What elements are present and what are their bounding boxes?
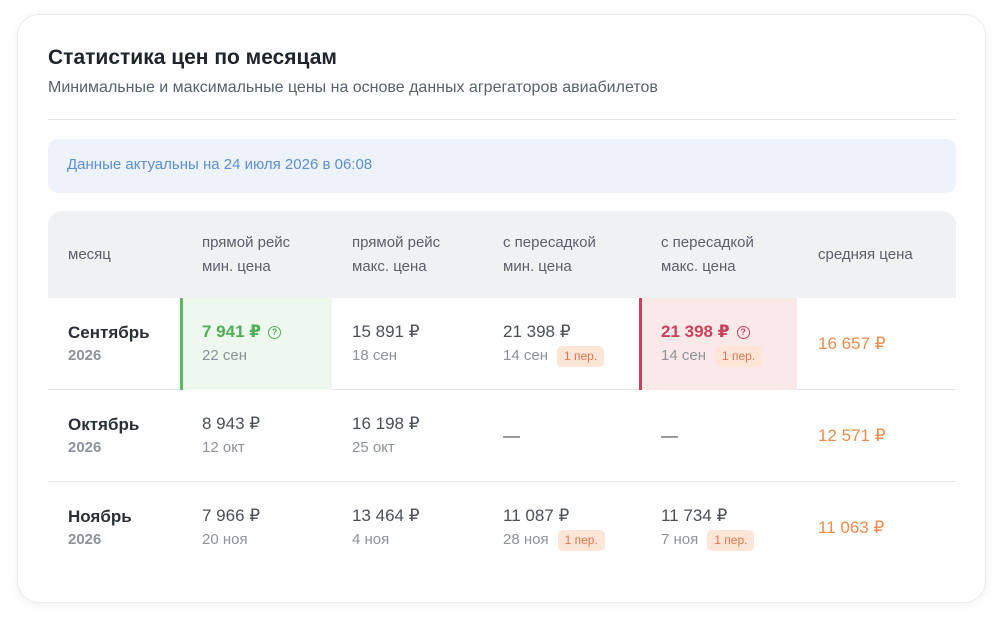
- price-date: 22 сен: [202, 347, 247, 364]
- avg-price: 11 063 ₽: [818, 518, 885, 537]
- divider: [48, 119, 956, 120]
- direct-min-cell: 7 941 ₽ ? 22 сен: [202, 298, 282, 390]
- price-value: 15 891 ₽: [352, 322, 420, 341]
- price-value: 8 943 ₽: [202, 414, 261, 433]
- card-title: Статистика цен по месяцам: [48, 46, 337, 69]
- price-value: 13 464 ₽: [352, 506, 420, 525]
- price-date: 14 сен: [661, 347, 706, 364]
- month-year: 2026: [68, 347, 102, 364]
- transfer-count-badge: 1 пер.: [557, 529, 605, 551]
- transfer-count-badge: 1 пер.: [556, 345, 605, 367]
- price-date: 7 ноя: [661, 531, 699, 548]
- month-cell: Ноябрь 2026: [68, 482, 132, 574]
- table-row: Ноябрь 2026 7 966 ₽ 20 ноя 13 464 ₽ 4 но…: [48, 482, 956, 574]
- direct-max-cell: 15 891 ₽ 18 сен: [352, 298, 420, 390]
- month-name: Сентябрь: [68, 323, 150, 342]
- transfer-max-cell: 11 734 ₽ 7 ноя 1 пер.: [661, 482, 755, 574]
- price-date: 25 окт: [352, 439, 395, 456]
- price-stats-card: Статистика цен по месяцам Минимальные и …: [17, 14, 986, 603]
- price-value: 11 087 ₽: [503, 506, 570, 525]
- transfer-min-cell: 11 087 ₽ 28 ноя 1 пер.: [503, 482, 605, 574]
- help-icon[interactable]: ?: [268, 325, 282, 339]
- direct-min-cell: 8 943 ₽ 12 окт: [202, 390, 260, 482]
- no-data-dash: —: [661, 426, 678, 445]
- transfer-count-badge: 1 пер.: [707, 529, 755, 551]
- header-transfer-min: с пересадкой мин. цена: [503, 233, 596, 275]
- price-table: месяц прямой рейс мин. цена прямой рейс …: [48, 211, 956, 574]
- transfer-max-cell: 21 398 ₽ ? 14 сен 1 пер.: [661, 298, 763, 390]
- table-row: Сентябрь 2026 7 941 ₽ ? 22 сен 15 891 ₽ …: [48, 298, 956, 390]
- transfer-max-cell: —: [661, 390, 678, 482]
- header-direct-max: прямой рейс макс. цена: [352, 233, 441, 275]
- price-value: 21 398 ₽: [503, 322, 571, 341]
- header-month: месяц: [68, 245, 111, 263]
- card-subtitle: Минимальные и максимальные цены на основ…: [48, 79, 658, 96]
- price-date: 28 ноя: [503, 531, 549, 548]
- avg-price: 12 571 ₽: [818, 426, 886, 445]
- help-icon[interactable]: ?: [736, 325, 750, 339]
- price-date: 18 сен: [352, 347, 397, 364]
- transfer-count-badge: 1 пер.: [714, 345, 763, 367]
- transfer-min-cell: 21 398 ₽ 14 сен 1 пер.: [503, 298, 605, 390]
- month-year: 2026: [68, 439, 102, 456]
- direct-max-cell: 16 198 ₽ 25 окт: [352, 390, 420, 482]
- header-direct-min: прямой рейс мин. цена: [202, 233, 291, 275]
- price-date: 20 ноя: [202, 531, 248, 548]
- data-freshness-notice: Данные актуальны на 24 июля 2026 в 06:08: [48, 139, 956, 193]
- avg-cell: 12 571 ₽: [818, 390, 886, 482]
- month-cell: Сентябрь 2026: [68, 298, 150, 390]
- price-value: 7 966 ₽: [202, 506, 261, 525]
- price-value: 11 734 ₽: [661, 506, 728, 525]
- direct-max-cell: 13 464 ₽ 4 ноя: [352, 482, 420, 574]
- table-row: Октябрь 2026 8 943 ₽ 12 окт 16 198 ₽ 25 …: [48, 390, 956, 482]
- month-name: Ноябрь: [68, 507, 132, 526]
- header-avg: средняя цена: [818, 245, 913, 263]
- avg-price: 16 657 ₽: [818, 334, 886, 353]
- avg-cell: 11 063 ₽: [818, 482, 884, 574]
- price-date: 4 ноя: [352, 531, 390, 548]
- month-name: Октябрь: [68, 415, 140, 434]
- header-transfer-max: с пересадкой макс. цена: [661, 233, 754, 275]
- price-date: 12 окт: [202, 439, 245, 456]
- price-value: 7 941 ₽: [202, 322, 262, 341]
- direct-min-cell: 7 966 ₽ 20 ноя: [202, 482, 260, 574]
- month-cell: Октябрь 2026: [68, 390, 139, 482]
- avg-cell: 16 657 ₽: [818, 298, 886, 390]
- price-value: 16 198 ₽: [352, 414, 420, 433]
- price-value: 21 398 ₽: [661, 322, 730, 341]
- notice-text: Данные актуальны на 24 июля 2026 в 06:08: [67, 156, 373, 173]
- month-year: 2026: [68, 531, 102, 548]
- transfer-min-cell: —: [503, 390, 520, 482]
- price-date: 14 сен: [503, 347, 548, 364]
- no-data-dash: —: [503, 426, 520, 445]
- table-header: месяц прямой рейс мин. цена прямой рейс …: [48, 211, 956, 298]
